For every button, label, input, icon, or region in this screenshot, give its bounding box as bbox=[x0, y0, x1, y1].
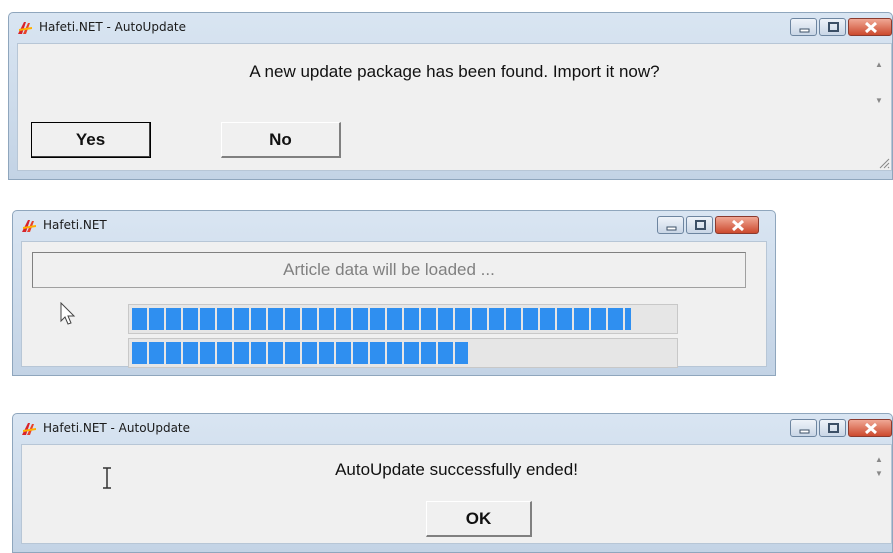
minimize-icon bbox=[799, 28, 810, 33]
maximize-button[interactable] bbox=[819, 18, 846, 36]
maximize-icon bbox=[828, 423, 839, 433]
window-title: Hafeti.NET bbox=[43, 218, 107, 232]
yes-button[interactable]: Yes bbox=[31, 122, 151, 158]
progress-bar-overall bbox=[128, 304, 678, 334]
close-icon bbox=[864, 21, 878, 34]
title-bar[interactable]: Hafeti.NET bbox=[13, 211, 775, 241]
no-button[interactable]: No bbox=[221, 122, 341, 158]
status-text-field: Article data will be loaded ... bbox=[32, 252, 746, 288]
progress-bar-current bbox=[128, 338, 678, 368]
mouse-pointer-icon bbox=[60, 302, 76, 325]
completion-message: AutoUpdate successfully ended! bbox=[335, 460, 578, 479]
dialog-body: Article data will be loaded ... bbox=[21, 241, 767, 368]
minimize-button[interactable] bbox=[790, 419, 817, 437]
close-button[interactable] bbox=[848, 18, 892, 36]
maximize-icon bbox=[828, 22, 839, 32]
scroll-down-icon[interactable]: ▼ bbox=[875, 469, 883, 478]
minimize-icon bbox=[799, 429, 810, 434]
maximize-button[interactable] bbox=[819, 419, 846, 437]
loading-dialog: Hafeti.NET Article data will be loaded .… bbox=[12, 210, 776, 376]
maximize-icon bbox=[695, 220, 706, 230]
minimize-button[interactable] bbox=[657, 216, 684, 234]
close-button[interactable] bbox=[848, 419, 892, 437]
autoupdate-complete-dialog: Hafeti.NET - AutoUpdate AutoUpdate succe… bbox=[12, 413, 893, 553]
minimize-button[interactable] bbox=[790, 18, 817, 36]
autoupdate-prompt-dialog: Hafeti.NET - AutoUpdate A new update pac… bbox=[8, 12, 893, 180]
app-icon bbox=[18, 22, 32, 34]
minimize-icon bbox=[666, 226, 677, 231]
resize-grip-icon[interactable] bbox=[878, 157, 890, 169]
window-title: Hafeti.NET - AutoUpdate bbox=[39, 20, 187, 34]
scroll-down-icon[interactable]: ▼ bbox=[875, 96, 883, 105]
ok-button[interactable]: OK bbox=[426, 501, 532, 537]
scroll-up-icon[interactable]: ▲ bbox=[875, 455, 883, 464]
app-icon bbox=[22, 423, 36, 435]
close-button[interactable] bbox=[715, 216, 759, 234]
close-icon bbox=[864, 422, 878, 435]
title-bar[interactable]: Hafeti.NET - AutoUpdate bbox=[13, 414, 892, 444]
title-bar[interactable]: Hafeti.NET - AutoUpdate bbox=[9, 13, 892, 43]
close-icon bbox=[731, 219, 745, 232]
scroll-up-icon[interactable]: ▲ bbox=[875, 60, 883, 69]
progress-fill-current bbox=[132, 342, 468, 364]
prompt-message: A new update package has been found. Imp… bbox=[249, 62, 660, 81]
window-title: Hafeti.NET - AutoUpdate bbox=[43, 421, 191, 435]
scrollbar[interactable]: ▲ ▼ bbox=[872, 46, 887, 168]
scrollbar[interactable]: ▲ ▼ bbox=[872, 447, 887, 541]
dialog-body: AutoUpdate successfully ended! OK ▲ ▼ bbox=[21, 444, 892, 544]
maximize-button[interactable] bbox=[686, 216, 713, 234]
app-icon bbox=[22, 220, 36, 232]
progress-fill-overall bbox=[132, 308, 631, 330]
dialog-body: A new update package has been found. Imp… bbox=[17, 43, 892, 171]
